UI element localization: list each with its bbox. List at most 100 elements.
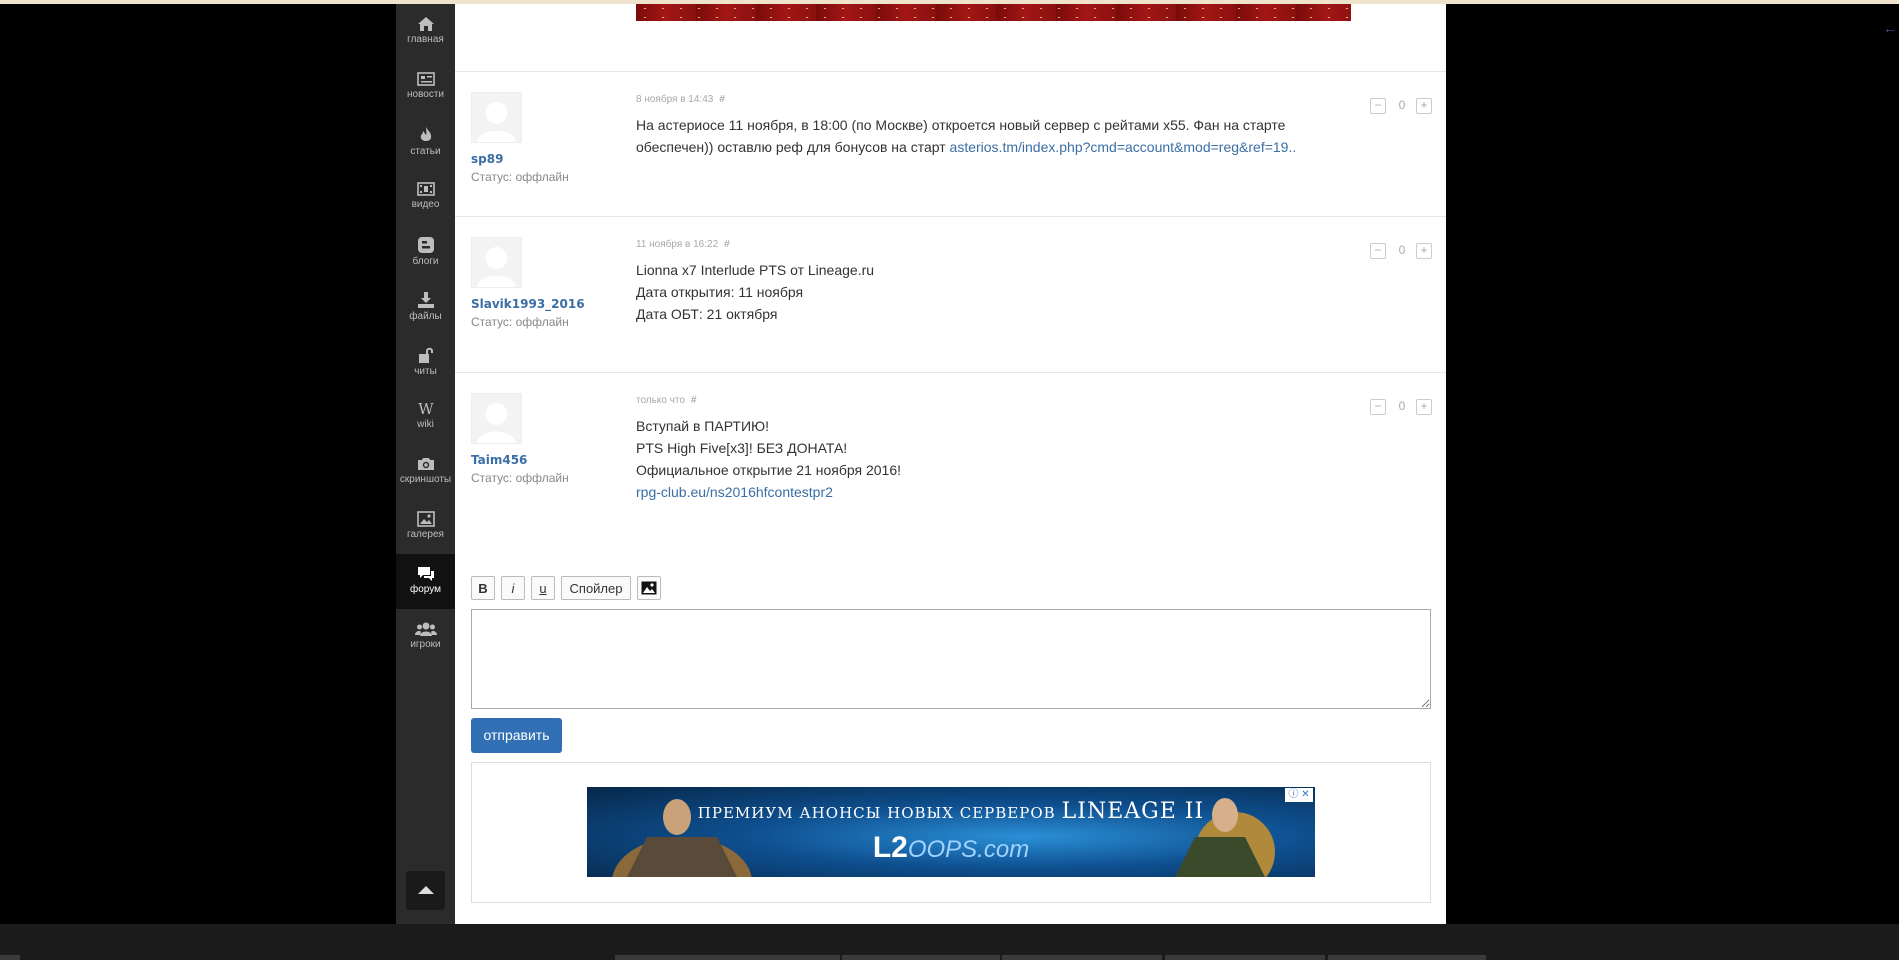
- sidebar-item-forum[interactable]: форум: [396, 554, 455, 609]
- sidebar-item-video[interactable]: видео: [396, 169, 455, 224]
- comment-textarea[interactable]: [471, 609, 1431, 709]
- sidebar-item-blogs[interactable]: блоги: [396, 224, 455, 279]
- sidebar-item-label: галерея: [407, 529, 444, 540]
- sidebar-item-label: форум: [409, 584, 441, 595]
- comment-link[interactable]: asterios.tm/index.php?cmd=account&mod=re…: [950, 139, 1297, 155]
- taskbar: [0, 924, 1899, 960]
- sidebar-item-label: wiki: [417, 419, 434, 430]
- vote-down-button[interactable]: −: [1370, 243, 1386, 259]
- vote-up-button[interactable]: +: [1416, 98, 1432, 114]
- username-link[interactable]: sp89: [471, 152, 503, 166]
- sidebar-item-label: скриншоты: [399, 474, 452, 485]
- comment-date: 11 ноября в 16:22 #: [636, 239, 730, 250]
- vote-down-button[interactable]: −: [1370, 98, 1386, 114]
- vote-count: 0: [1398, 98, 1406, 112]
- picture-icon: [416, 511, 435, 527]
- comment-link[interactable]: rpg-club.eu/ns2016hfcontestpr2: [636, 484, 833, 500]
- vote-count: 0: [1398, 399, 1406, 413]
- send-button[interactable]: отправить: [471, 718, 562, 753]
- sidebar-item-articles[interactable]: статьи: [396, 114, 455, 169]
- sidebar-nav: главная новости статьи видео блоги файлы…: [396, 4, 455, 924]
- vote-count: 0: [1398, 243, 1406, 257]
- ad-container: ПРЕМИУМ АНОНСЫ НОВЫХ СЕРВЕРОВ LINEAGE II …: [471, 762, 1431, 903]
- sidebar-item-label: видео: [411, 199, 440, 210]
- taskbar-item[interactable]: [1002, 955, 1162, 960]
- sidebar-item-label: главная: [407, 34, 444, 45]
- image-icon: [641, 581, 657, 595]
- default-avatar-icon: [477, 102, 516, 142]
- user-status: Статус: оффлайн: [471, 315, 569, 329]
- ad-banner[interactable]: ПРЕМИУМ АНОНСЫ НОВЫХ СЕРВЕРОВ LINEAGE II …: [587, 787, 1315, 877]
- holiday-banner: [636, 4, 1351, 21]
- home-icon: [417, 17, 434, 31]
- vote-down-button[interactable]: −: [1370, 399, 1386, 415]
- sidebar-item-label: блоги: [412, 256, 439, 267]
- ad-choices[interactable]: ⓘ ✕: [1285, 788, 1313, 802]
- sidebar-item-label: игроки: [410, 639, 441, 650]
- default-avatar-icon: [477, 247, 516, 287]
- comment-line: Вступай в ПАРТИЮ!: [636, 418, 770, 434]
- permalink-hash[interactable]: #: [719, 94, 725, 105]
- user-status: Статус: оффлайн: [471, 471, 569, 485]
- username-link[interactable]: Slavik1993_2016: [471, 297, 585, 311]
- vote-up-button[interactable]: +: [1416, 243, 1432, 259]
- taskbar-item[interactable]: [1328, 955, 1486, 960]
- avatar[interactable]: [471, 92, 522, 143]
- info-icon[interactable]: ⓘ: [1288, 789, 1298, 800]
- comment-date-text: 8 ноября в 14:43: [636, 94, 714, 105]
- newspaper-icon: [416, 72, 435, 86]
- comment-text: Lionna x7 Interlude PTS от Lineage.ru Да…: [636, 259, 1326, 325]
- avatar[interactable]: [471, 237, 522, 288]
- blog-icon: [417, 237, 434, 253]
- comment-date: 8 ноября в 14:43 #: [636, 94, 725, 105]
- sidebar-item-label: читы: [414, 366, 437, 377]
- comment: Taim456 Статус: оффлайн только что # Всту…: [455, 372, 1446, 553]
- default-avatar-icon: [477, 403, 516, 443]
- film-icon: [416, 182, 435, 196]
- comment-line: обеспечен)) оставлю реф для бонусов на с…: [636, 139, 950, 155]
- taskbar-item[interactable]: [615, 955, 840, 960]
- ad-logo-bold: L2: [872, 831, 908, 864]
- sidebar-item-gallery[interactable]: галерея: [396, 499, 455, 554]
- sidebar-item-players[interactable]: игроки: [396, 609, 455, 664]
- taskbar-item[interactable]: [1165, 955, 1325, 960]
- ad-headline: ПРЕМИУМ АНОНСЫ НОВЫХ СЕРВЕРОВ LINEAGE II: [587, 799, 1315, 824]
- sidebar-item-wiki[interactable]: W wiki: [396, 389, 455, 444]
- camera-icon: [417, 458, 434, 470]
- wiki-icon: W: [418, 401, 434, 417]
- avatar[interactable]: [471, 393, 522, 444]
- sidebar-item-label: новости: [406, 89, 444, 100]
- sidebar-item-news[interactable]: новости: [396, 59, 455, 114]
- comment-date-text: 11 ноября в 16:22: [636, 239, 719, 250]
- bold-button[interactable]: B: [471, 576, 495, 600]
- ad-logo-light: OOPS.com: [907, 836, 1030, 863]
- scroll-to-top-button[interactable]: [406, 871, 445, 910]
- sidebar-item-home[interactable]: главная: [396, 4, 455, 59]
- comment-line: На астериосе 11 ноября, в 18:00 (по Моск…: [636, 117, 1286, 133]
- permalink-hash[interactable]: #: [724, 239, 730, 250]
- taskbar-item[interactable]: [842, 955, 1000, 960]
- back-arrow-icon[interactable]: ←: [1883, 20, 1897, 36]
- ad-headline-game: LINEAGE II: [1061, 799, 1205, 824]
- underline-button[interactable]: u: [531, 576, 555, 600]
- sidebar-item-label: статьи: [410, 146, 441, 157]
- username-link[interactable]: Taim456: [471, 453, 527, 467]
- spoiler-button[interactable]: Спойлер: [561, 576, 631, 600]
- ad-headline-text: ПРЕМИУМ АНОНСЫ НОВЫХ СЕРВЕРОВ: [697, 804, 1056, 822]
- comment: Slavik1993_2016 Статус: оффлайн 11 ноябр…: [455, 216, 1446, 373]
- vote-widget: − 0 +: [1370, 98, 1432, 114]
- sidebar-item-files[interactable]: файлы: [396, 279, 455, 334]
- taskbar-item[interactable]: [0, 955, 20, 960]
- close-icon[interactable]: ✕: [1301, 789, 1309, 800]
- vote-up-button[interactable]: +: [1416, 399, 1432, 415]
- permalink-hash[interactable]: #: [691, 395, 697, 406]
- comment-text: На астериосе 11 ноября, в 18:00 (по Моск…: [636, 114, 1326, 158]
- insert-image-button[interactable]: [637, 576, 661, 600]
- sidebar-item-cheats[interactable]: читы: [396, 334, 455, 389]
- forum-thread: sp89 Статус: оффлайн 8 ноября в 14:43 # Н…: [455, 4, 1446, 924]
- italic-button[interactable]: i: [501, 576, 525, 600]
- sidebar-item-label: файлы: [409, 311, 442, 322]
- sidebar-item-screenshots[interactable]: скриншоты: [396, 444, 455, 499]
- comment-line: Дата ОБТ: 21 октября: [636, 306, 778, 322]
- comment: sp89 Статус: оффлайн 8 ноября в 14:43 # Н…: [455, 71, 1446, 217]
